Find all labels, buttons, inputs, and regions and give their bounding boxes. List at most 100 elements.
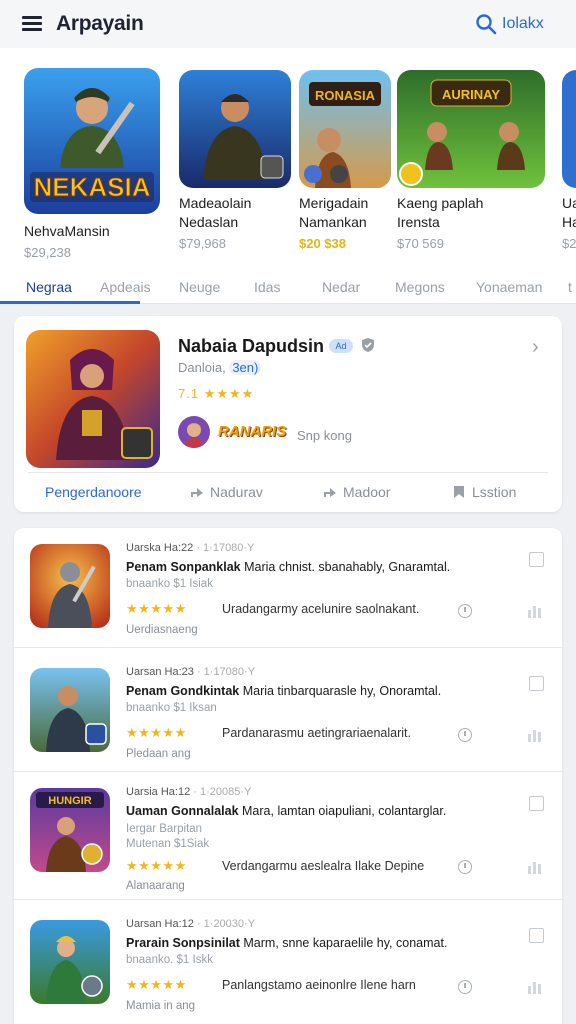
app-name: Madeaolain Nedaslan xyxy=(179,195,252,230)
clock-icon xyxy=(458,980,472,994)
list-item-category: Mamia in ang xyxy=(126,1000,196,1012)
list-item-meta: Uarsan Ha:12 · 1·20030·Y xyxy=(126,918,256,930)
select-checkbox[interactable] xyxy=(529,552,544,567)
top-app-bar: Arpayain Iolakx xyxy=(0,0,576,48)
star-rating: ★★★★★ xyxy=(126,977,187,992)
featured-carousel[interactable]: NEKASIA NehvaMansin $29,238 Madeaolain N… xyxy=(0,48,576,304)
list-item[interactable]: Uarska Ha:22 · 1·17080·Y Penam Sonpankla… xyxy=(14,528,562,648)
list-item-category: Uerdiasnaeng xyxy=(126,624,198,636)
list-item[interactable]: HUNGIR Uarsia Ha:12 · 1·20085·Y Uaman Go… xyxy=(14,772,562,900)
hero-subtitle: Danloia, 3en) xyxy=(178,360,262,375)
developer-avatar xyxy=(178,416,210,448)
clock-icon xyxy=(458,728,472,742)
list-item-desc: bnaanko $1 Iksan xyxy=(126,702,217,714)
app-icon xyxy=(30,668,110,752)
category-tabs: Negraa Apdeais Neuge Idas Nedar Megons Y… xyxy=(0,270,576,304)
list-item-category: Pledaan ang xyxy=(126,748,191,760)
star-rating: ★★★★★ xyxy=(126,601,187,616)
list-item-category: Alanaarang xyxy=(126,880,185,892)
select-checkbox[interactable] xyxy=(529,676,544,691)
app-list: Uarska Ha:22 · 1·17080·Y Penam Sonpankla… xyxy=(14,528,562,1024)
verified-icon xyxy=(362,338,374,352)
bookmark-button[interactable]: Lsstion xyxy=(452,484,516,500)
tab-item[interactable]: Yonaeman xyxy=(476,279,542,295)
list-item-title: Prarain Sonpsinilat Marm, snne kaparaeli… xyxy=(126,936,448,950)
app-icon-logo-text: AURINAY xyxy=(442,87,500,102)
stats-bars-icon[interactable] xyxy=(528,730,544,742)
featured-app-card[interactable]: RONASIA Merigadain Namankan $20 $38 xyxy=(299,70,391,251)
star-rating: ★★★★★ xyxy=(126,725,187,740)
hamburger-menu-icon[interactable] xyxy=(22,16,44,32)
share-icon xyxy=(191,488,203,497)
clock-icon xyxy=(458,860,472,874)
forward-button[interactable]: Madoor xyxy=(323,484,390,500)
app-icon: HUNGIR xyxy=(30,788,110,872)
stats-bars-icon[interactable] xyxy=(528,862,544,874)
app-name: NehvaMansin xyxy=(24,223,110,239)
hero-app-title: Nabaia Dapudsin xyxy=(178,336,325,356)
hero-app-icon[interactable] xyxy=(26,330,160,468)
star-rating: ★★★★ xyxy=(203,386,255,401)
list-item-title: Penam Sonpanklak Maria chnist. sbanahabl… xyxy=(126,560,451,574)
app-icon: NEKASIA xyxy=(24,68,160,214)
list-item-meta: Uarska Ha:22 · 1·17080·Y xyxy=(126,542,255,554)
app-price: $20 $38 xyxy=(299,236,346,251)
select-checkbox[interactable] xyxy=(529,796,544,811)
featured-hero-card[interactable]: Nabaia Dapudsin Ad › Danloia, 3en) 7.1 ★… xyxy=(14,316,562,512)
list-item-meta: Uarsan Ha:23 · 1·17080·Y xyxy=(126,666,256,678)
forward-icon xyxy=(324,488,336,497)
app-icon xyxy=(30,544,110,628)
list-item-title: Penam Gondkintak Maria tinbarquarasle hy… xyxy=(126,684,442,698)
stats-bars-icon[interactable] xyxy=(528,606,544,618)
search-icon[interactable] xyxy=(475,13,497,35)
tab-item[interactable]: Nedar xyxy=(322,279,360,295)
list-item-title: Uaman Gonnalalak Mara, lamtan oiapuliani… xyxy=(126,804,447,818)
app-icon: RONASIA xyxy=(299,70,391,188)
list-item-desc: Iergar Barpitan Mutenan $1Siak xyxy=(126,823,210,850)
featured-app-card[interactable]: Ua Ha $2 xyxy=(562,70,576,251)
list-item-review: Uradangarmy acelunire saolnakant. xyxy=(222,602,420,616)
list-item-desc: bnaanko. $1 Iskk xyxy=(126,954,213,966)
chevron-right-icon[interactable]: › xyxy=(532,336,539,359)
app-icon xyxy=(30,920,110,1004)
hero-rating: 7.1 ★★★★ xyxy=(178,386,255,401)
app-icon-logo-text: NEKASIA xyxy=(33,172,150,202)
developer-logo: RANARIS xyxy=(218,423,287,440)
app-icon-logo-text: HUNGIR xyxy=(48,795,91,807)
list-item[interactable]: Uarsan Ha:12 · 1·20030·Y Prarain Sonpsin… xyxy=(14,904,562,1024)
featured-app-card[interactable]: NEKASIA NehvaMansin $29,238 xyxy=(24,68,160,260)
tab-item[interactable]: Megons xyxy=(395,279,445,295)
list-item[interactable]: Uarsan Ha:23 · 1·17080·Y Penam Gondkinta… xyxy=(14,652,562,772)
active-tab-indicator xyxy=(0,301,140,304)
app-price: $79,968 xyxy=(179,236,226,251)
divider xyxy=(28,472,548,473)
tab-item[interactable]: t xyxy=(568,279,572,295)
list-item-desc: bnaanko $1 Isiak xyxy=(126,578,213,590)
featured-app-card[interactable]: Madeaolain Nedaslan $79,968 xyxy=(179,70,291,251)
share-button[interactable]: Nadurav xyxy=(190,484,263,500)
app-title: Arpayain xyxy=(56,12,144,35)
stats-bars-icon[interactable] xyxy=(528,982,544,994)
app-icon-logo-text: RONASIA xyxy=(315,88,376,103)
hero-tag: 3en) xyxy=(229,360,262,375)
list-item-review: Panlangstamo aeinonlre Ilene harn xyxy=(222,978,416,992)
app-price: $70 569 xyxy=(397,236,444,251)
select-checkbox[interactable] xyxy=(529,928,544,943)
tab-item[interactable]: Neuge xyxy=(179,279,220,295)
primary-action-button[interactable]: Pengerdanoore xyxy=(45,484,142,500)
search-label[interactable]: Iolakx xyxy=(502,15,544,33)
developer-name: Snp kong xyxy=(297,428,352,443)
star-rating: ★★★★★ xyxy=(126,858,187,873)
tab-item[interactable]: Negraa xyxy=(26,279,72,295)
app-name: Merigadain Namankan xyxy=(299,195,369,230)
tab-item[interactable]: Idas xyxy=(254,279,280,295)
list-item-meta: Uarsia Ha:12 · 1·20085·Y xyxy=(126,786,252,798)
featured-app-card[interactable]: AURINAY Kaeng paplah Irensta $70 569 xyxy=(397,70,545,251)
app-price: $29,238 xyxy=(24,245,71,260)
list-item-review: Verdangarmu aeslealra Ilake Depine xyxy=(222,859,425,873)
app-icon: AURINAY xyxy=(397,70,545,188)
tab-item[interactable]: Apdeais xyxy=(100,279,151,295)
list-item-review: Pardanarasmu aetingrariaenalarit. xyxy=(222,726,411,740)
clock-icon xyxy=(458,604,472,618)
app-icon xyxy=(179,70,291,188)
